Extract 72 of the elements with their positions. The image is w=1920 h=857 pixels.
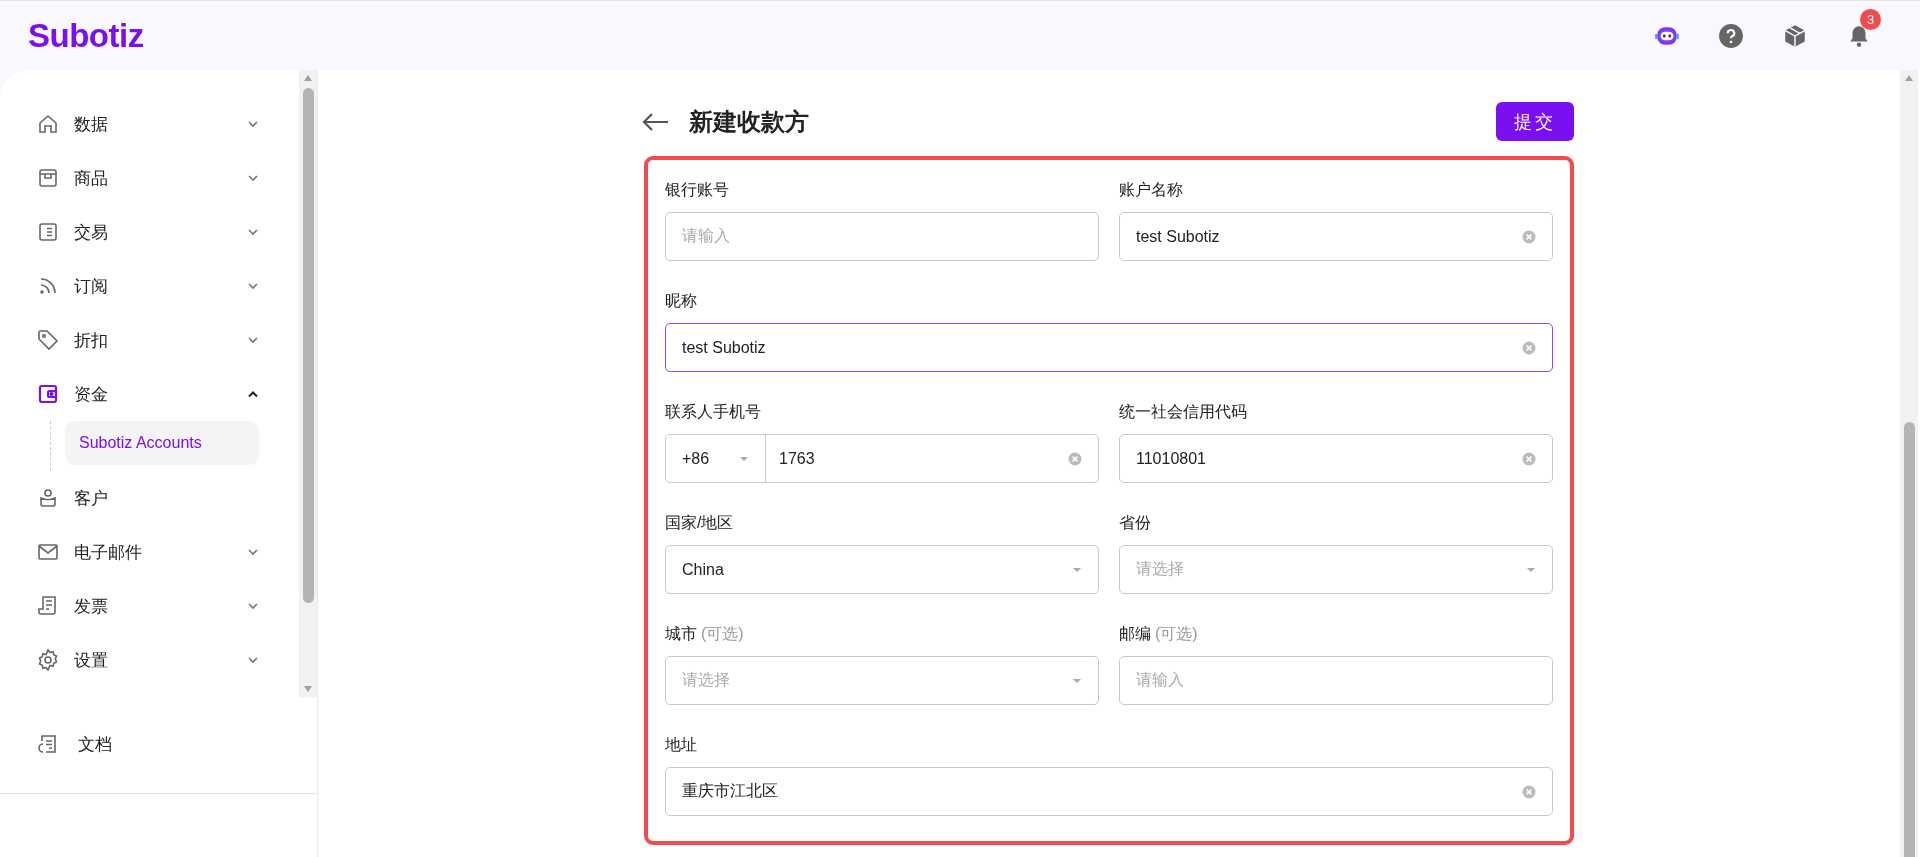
nav-item[interactable]: 客户: [36, 471, 279, 525]
clear-icon: [1522, 451, 1536, 466]
chevron-down-icon: [247, 336, 259, 344]
input-field[interactable]: 重庆市江北区: [665, 767, 1553, 816]
nav-label: 发票: [74, 595, 109, 618]
nav-label: 数据: [74, 113, 109, 136]
nav-item[interactable]: 商品: [36, 151, 279, 205]
caret-icon: [1072, 677, 1082, 684]
nav-label: 电子邮件: [74, 541, 143, 564]
chevron-down-icon: [247, 228, 259, 236]
caret-icon: [1072, 566, 1082, 573]
country-code[interactable]: +86: [682, 449, 710, 468]
scrollbar[interactable]: [299, 70, 317, 697]
chevron-down-icon: [247, 602, 259, 610]
nav-item[interactable]: 设置: [36, 633, 279, 687]
nav-item[interactable]: 资金: [36, 367, 279, 421]
nav-label: 文档: [78, 733, 113, 756]
clear-icon: [1522, 784, 1536, 799]
nav-item[interactable]: 交易: [36, 205, 279, 259]
field-label: 昵称: [665, 290, 697, 311]
scrollbar[interactable]: [1900, 70, 1918, 857]
field-label: 国家/地区: [665, 512, 734, 533]
box-icon: [1782, 22, 1808, 49]
nav-subitem[interactable]: Subotiz Accounts: [65, 421, 259, 465]
chevron-down-icon: [247, 656, 259, 664]
field-label: 银行账号: [665, 179, 729, 200]
nav-label: 客户: [74, 487, 109, 510]
submit-button[interactable]: 提交: [1496, 102, 1574, 141]
chevron-down-icon: [247, 120, 259, 128]
field-label: 邮编: [1119, 623, 1151, 644]
nav-label: 折扣: [74, 329, 109, 352]
nav-item[interactable]: 数据: [36, 97, 279, 151]
clear-icon: [1522, 229, 1536, 244]
nav-label: 订阅: [74, 275, 109, 298]
logo[interactable]: Subotiz: [28, 16, 144, 55]
nav-item[interactable]: 文档: [36, 717, 317, 771]
nav-item[interactable]: 折扣: [36, 313, 279, 367]
select-field[interactable]: China: [665, 545, 1099, 594]
input-field[interactable]: 11010801: [1119, 434, 1553, 483]
field-label: 城市: [665, 623, 697, 644]
chevron-up-icon: [247, 390, 259, 398]
nav-item[interactable]: 发票: [36, 579, 279, 633]
field-label: 省份: [1119, 512, 1151, 533]
scroll-up-icon[interactable]: [303, 74, 313, 82]
chevron-down-icon: [247, 282, 259, 290]
chevron-down-icon: [247, 548, 259, 556]
field-label: 联系人手机号: [665, 401, 761, 422]
nav-item[interactable]: 订阅: [36, 259, 279, 313]
nav-item[interactable]: 电子邮件: [36, 525, 279, 579]
field-label: 地址: [665, 734, 697, 755]
clear-icon: [1522, 340, 1536, 355]
optional-hint: (可选): [1155, 623, 1198, 644]
phone-field[interactable]: +86 1763: [665, 434, 1099, 483]
nav-label: 设置: [74, 649, 109, 672]
optional-hint: (可选): [701, 623, 744, 644]
chevron-down-icon: [247, 174, 259, 182]
scroll-down-icon[interactable]: [303, 685, 313, 693]
clear-icon: [1068, 451, 1082, 466]
nav-label: 交易: [74, 221, 109, 244]
scroll-up-icon[interactable]: [1904, 74, 1914, 82]
nav-label: 资金: [74, 383, 109, 406]
page-title: 新建收款方: [689, 106, 809, 137]
field-label: 账户名称: [1119, 179, 1183, 200]
help-icon: [1718, 22, 1744, 49]
input-field[interactable]: test Subotiz: [665, 323, 1553, 372]
input-field[interactable]: test Subotiz: [1119, 212, 1553, 261]
notification-badge: 3: [1860, 8, 1881, 30]
caret-icon: [739, 455, 749, 462]
caret-icon: [1526, 566, 1536, 573]
back-arrow-icon[interactable]: [641, 111, 669, 132]
field-label: 统一社会信用代码: [1119, 401, 1247, 422]
nav-label: 商品: [74, 167, 109, 190]
